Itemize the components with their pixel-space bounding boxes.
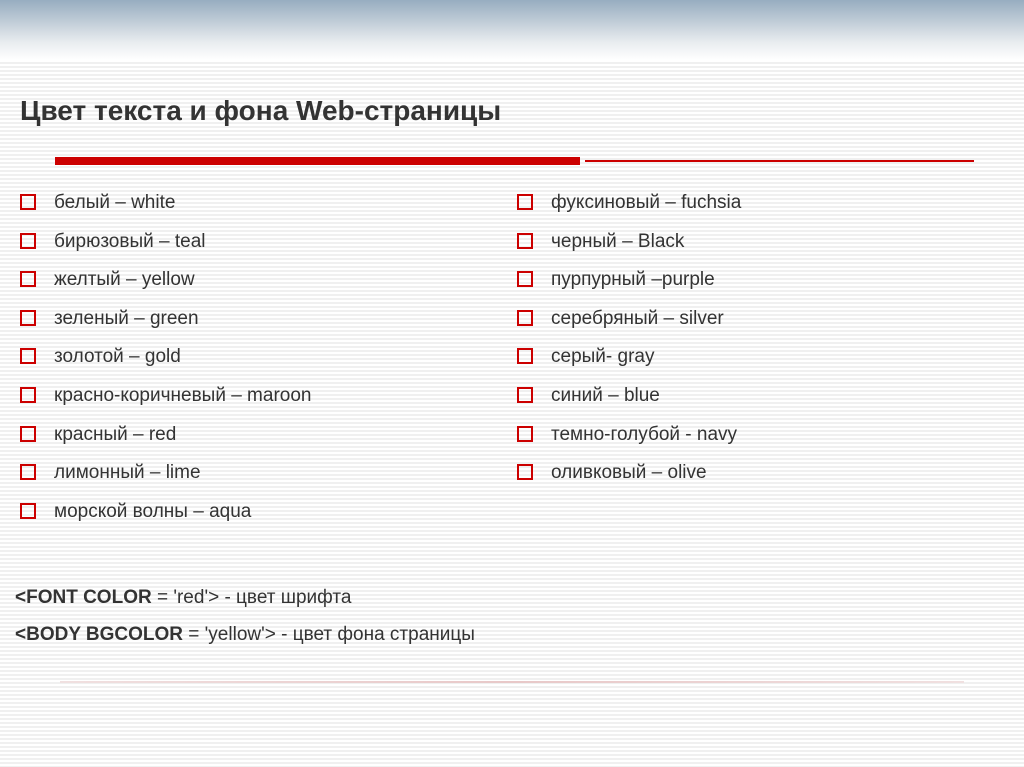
left-column: белый – white бирюзовый – teal желтый – ye… bbox=[20, 190, 507, 537]
square-bullet-icon bbox=[517, 271, 533, 287]
list-item-text: белый – white bbox=[54, 190, 175, 217]
square-bullet-icon bbox=[20, 503, 36, 519]
list-item: серебряный – silver bbox=[517, 306, 1004, 333]
square-bullet-icon bbox=[20, 464, 36, 480]
square-bullet-icon bbox=[20, 348, 36, 364]
list-item: серый- gray bbox=[517, 344, 1004, 371]
list-item-text: бирюзовый – teal bbox=[54, 229, 206, 256]
list-item-text: зеленый – green bbox=[54, 306, 199, 333]
list-item: желтый – yellow bbox=[20, 267, 507, 294]
list-item-text: оливковый – olive bbox=[551, 460, 707, 487]
list-item: красный – red bbox=[20, 422, 507, 449]
list-item: белый – white bbox=[20, 190, 507, 217]
square-bullet-icon bbox=[20, 387, 36, 403]
divider-thick bbox=[55, 157, 580, 165]
square-bullet-icon bbox=[517, 464, 533, 480]
list-item: морской волны – aqua bbox=[20, 499, 507, 526]
right-column: фуксиновый – fuchsia черный – Black пурпур… bbox=[517, 190, 1004, 537]
list-item-text: фуксиновый – fuchsia bbox=[551, 190, 741, 217]
square-bullet-icon bbox=[517, 233, 533, 249]
square-bullet-icon bbox=[20, 194, 36, 210]
list-item-text: желтый – yellow bbox=[54, 267, 195, 294]
slide-content: Цвет текста и фона Web-страницы белый – … bbox=[0, 0, 1024, 703]
slide-title: Цвет текста и фона Web-страницы bbox=[20, 95, 1004, 127]
list-item: красно-коричневый – maroon bbox=[20, 383, 507, 410]
code-tag: <BODY BGCOLOR bbox=[15, 624, 183, 645]
list-item: фуксиновый – fuchsia bbox=[517, 190, 1004, 217]
list-item: оливковый – olive bbox=[517, 460, 1004, 487]
divider bbox=[20, 157, 1004, 165]
list-item: зеленый – green bbox=[20, 306, 507, 333]
list-item-text: красно-коричневый – maroon bbox=[54, 383, 311, 410]
code-line: <BODY BGCOLOR = 'yellow'> - цвет фона ст… bbox=[15, 624, 1004, 646]
square-bullet-icon bbox=[20, 310, 36, 326]
divider-thin bbox=[585, 160, 974, 162]
color-columns: белый – white бирюзовый – teal желтый – ye… bbox=[20, 190, 1004, 537]
list-item-text: серый- gray bbox=[551, 344, 654, 371]
list-item-text: черный – Black bbox=[551, 229, 684, 256]
square-bullet-icon bbox=[20, 271, 36, 287]
code-examples: <FONT COLOR = 'red'> - цвет шрифта<BODY … bbox=[20, 587, 1004, 646]
list-item: золотой – gold bbox=[20, 344, 507, 371]
code-description: = 'yellow'> - цвет фона страницы bbox=[183, 624, 475, 645]
list-item-text: лимонный – lime bbox=[54, 460, 201, 487]
bottom-divider bbox=[60, 681, 964, 683]
list-item-text: темно-голубой - navy bbox=[551, 422, 737, 449]
square-bullet-icon bbox=[517, 194, 533, 210]
list-item: пурпурный –purple bbox=[517, 267, 1004, 294]
square-bullet-icon bbox=[20, 233, 36, 249]
square-bullet-icon bbox=[517, 426, 533, 442]
list-item-text: синий – blue bbox=[551, 383, 660, 410]
square-bullet-icon bbox=[517, 310, 533, 326]
list-item-text: пурпурный –purple bbox=[551, 267, 715, 294]
list-item-text: морской волны – aqua bbox=[54, 499, 251, 526]
list-item-text: серебряный – silver bbox=[551, 306, 724, 333]
list-item-text: красный – red bbox=[54, 422, 176, 449]
code-line: <FONT COLOR = 'red'> - цвет шрифта bbox=[15, 587, 1004, 609]
square-bullet-icon bbox=[517, 387, 533, 403]
list-item: синий – blue bbox=[517, 383, 1004, 410]
list-item-text: золотой – gold bbox=[54, 344, 181, 371]
code-description: = 'red'> - цвет шрифта bbox=[152, 587, 352, 608]
list-item: темно-голубой - navy bbox=[517, 422, 1004, 449]
square-bullet-icon bbox=[517, 348, 533, 364]
list-item: бирюзовый – teal bbox=[20, 229, 507, 256]
list-item: черный – Black bbox=[517, 229, 1004, 256]
list-item: лимонный – lime bbox=[20, 460, 507, 487]
code-tag: <FONT COLOR bbox=[15, 587, 152, 608]
square-bullet-icon bbox=[20, 426, 36, 442]
